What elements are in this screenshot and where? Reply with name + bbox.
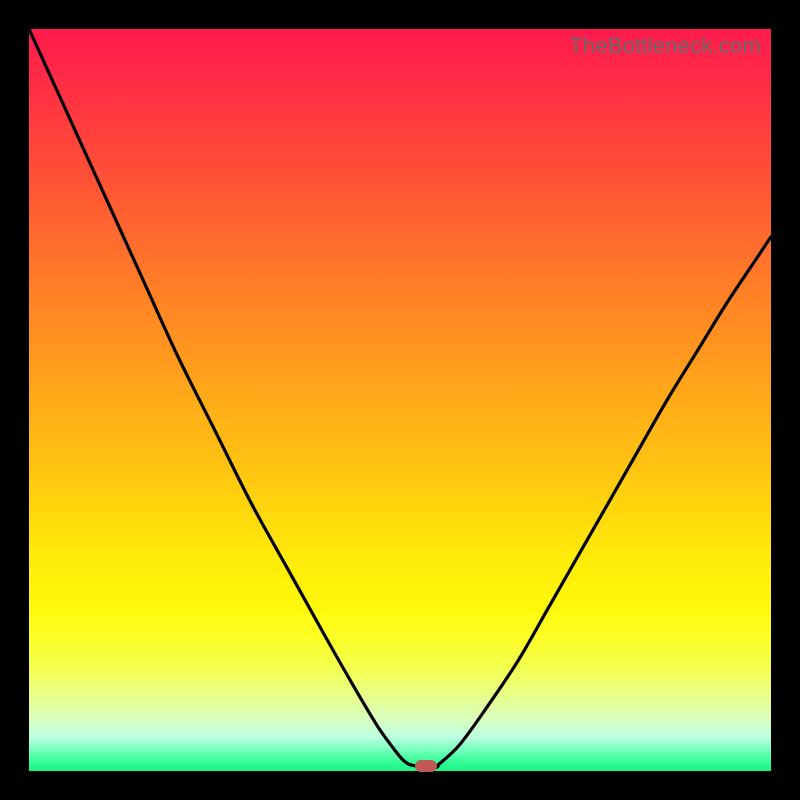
bottleneck-curve xyxy=(29,29,771,771)
curve-path xyxy=(29,29,771,767)
chart-frame: TheBottleneck.com xyxy=(0,0,800,800)
optimum-marker xyxy=(415,760,437,772)
plot-area: TheBottleneck.com xyxy=(29,29,771,771)
